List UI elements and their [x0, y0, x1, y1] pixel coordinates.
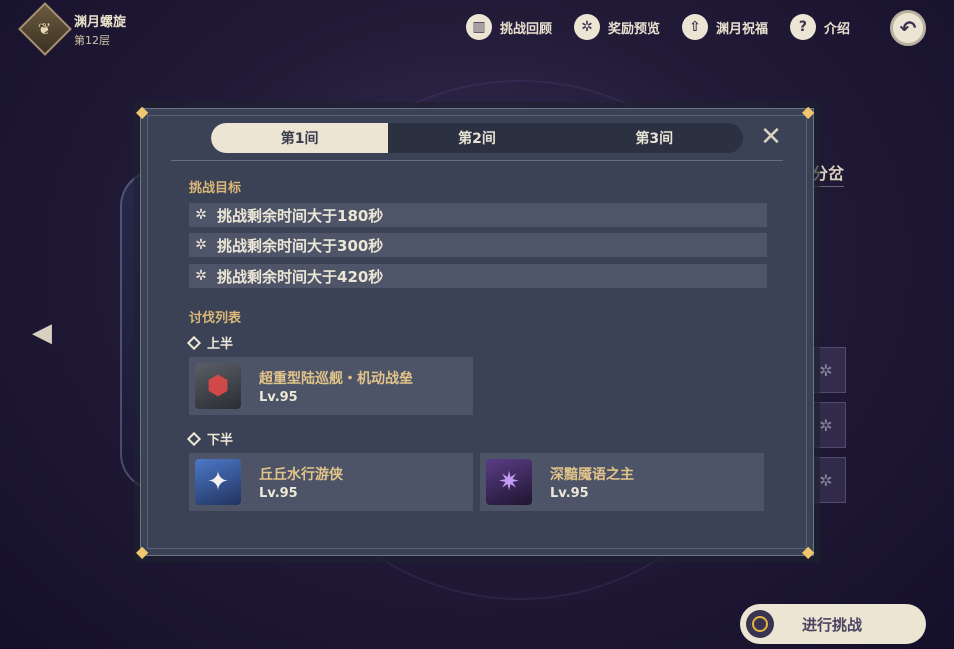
corner-ornament-icon: ◆ — [802, 542, 815, 561]
chamber-tabs: 第1间 第2间 第3间 — [211, 123, 743, 153]
second-half-text: 下半 — [207, 433, 234, 448]
star-icon: ✲ — [195, 207, 207, 223]
tree-emblem-icon: ❦ — [18, 2, 72, 56]
chamber-detail-modal: ◆ ◆ ◆ ◆ 第1间 第2间 第3间 ✕ 挑战目标 ✲ 挑战剩余时间大于180… — [136, 104, 814, 560]
intro-button[interactable]: ? 介绍 — [789, 14, 850, 40]
floor-label: 第12层 — [74, 33, 110, 47]
star-icon: ✲ — [195, 237, 207, 253]
enemy-card[interactable]: ✦ 丘丘水行游侠 Lv.95 — [189, 453, 473, 511]
diamond-icon — [186, 431, 202, 446]
enemy-name: 深黯魇语之主 — [550, 466, 634, 483]
diamond-icon — [186, 335, 202, 350]
goal-text: 挑战剩余时间大于420秒 — [217, 267, 384, 286]
nav-label: 介绍 — [823, 21, 850, 37]
goals-title: 挑战目标 — [189, 181, 242, 196]
reward-preview-button[interactable]: ✲ 奖励预览 — [573, 14, 660, 40]
book-icon: ▥ — [465, 14, 492, 40]
return-icon: ↶ — [899, 16, 917, 40]
enemy-level: Lv.95 — [259, 389, 298, 405]
upload-icon: ⇧ — [681, 14, 708, 40]
mech-enemy-portrait-icon: ⬢ — [195, 363, 241, 409]
blessing-button[interactable]: ⇧ 渊月祝福 — [681, 14, 768, 40]
tab-chamber-3[interactable]: 第3间 — [566, 123, 743, 153]
enemy-name: 丘丘水行游侠 — [259, 466, 343, 483]
help-icon: ? — [789, 14, 816, 40]
background-branch-label: 分岔 — [812, 160, 845, 187]
second-half-label: 下半 — [186, 429, 234, 448]
corner-ornament-icon: ◆ — [136, 102, 149, 121]
divider — [171, 160, 783, 161]
tab-chamber-2[interactable]: 第2间 — [388, 123, 565, 153]
start-ring-icon — [746, 610, 774, 638]
goal-row: ✲ 挑战剩余时间大于300秒 — [189, 233, 767, 257]
nav-label: 挑战回顾 — [499, 21, 552, 37]
enemy-card[interactable]: ⬢ 超重型陆巡舰・机动战垒 Lv.95 — [189, 357, 473, 415]
return-button[interactable]: ↶ — [890, 10, 926, 46]
header: ❦ 渊月螺旋 第12层 — [18, 2, 127, 56]
challenge-review-button[interactable]: ▥ 挑战回顾 — [465, 14, 552, 40]
star-badge-icon: ✲ — [573, 14, 600, 40]
close-icon[interactable]: ✕ — [757, 123, 785, 151]
nav-label: 渊月祝福 — [715, 21, 768, 37]
nav-label: 奖励预览 — [607, 21, 660, 37]
star-icon: ✲ — [195, 268, 207, 284]
enemy-level: Lv.95 — [550, 485, 589, 501]
enemies-title: 讨伐列表 — [189, 311, 242, 326]
corner-ornament-icon: ◆ — [136, 542, 149, 561]
first-half-text: 上半 — [207, 337, 234, 352]
goal-text: 挑战剩余时间大于300秒 — [217, 236, 384, 255]
corner-ornament-icon: ◆ — [802, 102, 815, 121]
first-half-label: 上半 — [186, 333, 234, 352]
enemy-name: 超重型陆巡舰・机动战垒 — [259, 370, 413, 387]
tab-chamber-1[interactable]: 第1间 — [211, 123, 389, 153]
abyss-lord-portrait-icon: ✷ — [486, 459, 532, 505]
top-nav: ▥ 挑战回顾 ✲ 奖励预览 ⇧ 渊月祝福 ? 介绍 — [465, 14, 850, 40]
start-challenge-label: 进行挑战 — [802, 615, 863, 634]
goal-text: 挑战剩余时间大于180秒 — [217, 206, 384, 225]
goal-row: ✲ 挑战剩余时间大于180秒 — [189, 203, 767, 227]
enemy-card[interactable]: ✷ 深黯魇语之主 Lv.95 — [480, 453, 764, 511]
start-challenge-button[interactable]: 进行挑战 — [740, 604, 926, 644]
enemy-level: Lv.95 — [259, 485, 298, 501]
page-title: 渊月螺旋 — [74, 14, 127, 30]
goal-row: ✲ 挑战剩余时间大于420秒 — [189, 264, 767, 288]
hydro-ranger-portrait-icon: ✦ — [195, 459, 241, 505]
previous-arrow-icon[interactable]: ◀ — [32, 318, 52, 348]
